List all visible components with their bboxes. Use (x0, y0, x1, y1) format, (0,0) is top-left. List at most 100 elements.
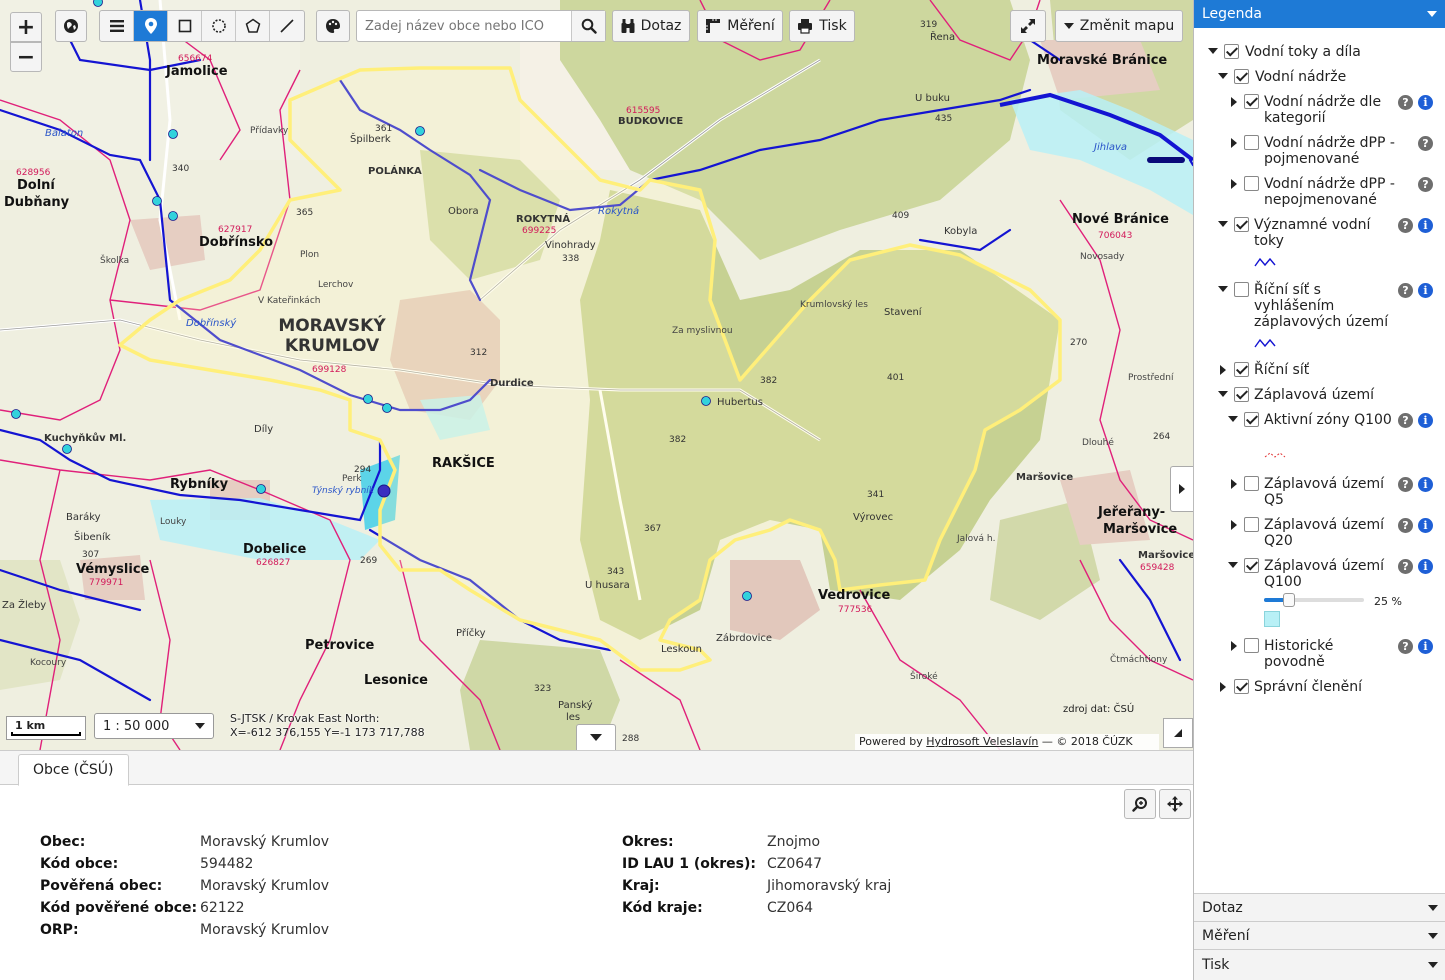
search-button[interactable] (571, 11, 605, 41)
caret-down-icon (1428, 932, 1438, 939)
palette-button[interactable] (316, 10, 350, 42)
expand-caret[interactable] (1220, 365, 1226, 375)
map-canvas[interactable] (0, 0, 1193, 750)
layer-checkbox[interactable] (1224, 44, 1239, 59)
help-icon[interactable]: ? (1398, 95, 1413, 110)
expand-caret[interactable] (1231, 179, 1237, 189)
expand-caret[interactable] (1208, 48, 1218, 54)
expand-caret[interactable] (1231, 479, 1237, 489)
info-icon[interactable]: i (1418, 559, 1433, 574)
active-zone-symbol-icon (1264, 452, 1286, 458)
info-key: ID LAU 1 (okres) (622, 856, 751, 872)
caret-down-icon (590, 733, 602, 741)
expand-caret[interactable] (1231, 641, 1237, 651)
help-icon[interactable]: ? (1398, 518, 1413, 533)
help-icon[interactable]: ? (1398, 559, 1413, 574)
info-icon[interactable]: i (1418, 413, 1433, 428)
change-map-button[interactable]: Změnit mapu (1055, 10, 1183, 42)
expand-caret[interactable] (1231, 520, 1237, 530)
legend-header[interactable]: Legenda (1194, 0, 1445, 28)
expand-caret[interactable] (1231, 97, 1237, 107)
caret-down-icon (1428, 904, 1438, 911)
help-icon[interactable]: ? (1398, 477, 1413, 492)
legend-panel: Legenda Vodní toky a díla Vodní nádrže V… (1193, 0, 1445, 980)
globe-button[interactable] (55, 10, 87, 42)
attribution-prefix: Powered by (859, 735, 927, 748)
layer-checkbox[interactable] (1234, 282, 1249, 297)
zoom-search-icon (1132, 797, 1147, 812)
layer-checkbox[interactable] (1234, 679, 1249, 694)
scale-select[interactable]: 1 : 50 000 (94, 713, 214, 739)
legend-item-aktivni-zony: Aktivní zóny Q100 (1264, 412, 1392, 428)
map-side-expand-button[interactable] (1170, 466, 1193, 512)
circle-tool-button[interactable] (202, 11, 236, 41)
zoom-to-feature-button[interactable] (1124, 789, 1156, 819)
expand-caret[interactable] (1231, 138, 1237, 148)
river-symbol-icon (1254, 257, 1276, 267)
accordion-dotaz[interactable]: Dotaz (1194, 893, 1445, 921)
help-icon[interactable]: ? (1418, 136, 1433, 151)
expand-caret[interactable] (1228, 562, 1238, 568)
layer-checkbox[interactable] (1244, 176, 1259, 191)
change-map-label: Změnit mapu (1079, 18, 1175, 34)
layer-checkbox[interactable] (1244, 638, 1259, 653)
expand-caret[interactable] (1218, 286, 1228, 292)
layer-checkbox[interactable] (1244, 135, 1259, 150)
info-value: CZ064 (767, 900, 814, 916)
info-row: Kraj: Jihomoravský kraj (622, 875, 891, 897)
layer-checkbox[interactable] (1244, 94, 1259, 109)
expand-caret[interactable] (1218, 221, 1228, 227)
print-button[interactable]: Tisk (789, 10, 855, 42)
opacity-slider-handle[interactable] (1283, 593, 1295, 607)
accordion-tisk[interactable]: Tisk (1194, 949, 1445, 980)
layer-checkbox[interactable] (1244, 476, 1259, 491)
help-icon[interactable]: ? (1398, 413, 1413, 428)
accordion-dotaz-label: Dotaz (1202, 899, 1243, 916)
pan-to-feature-button[interactable] (1159, 789, 1191, 819)
measure-button[interactable]: Měření (697, 10, 783, 42)
legend-item-q5: Záplavová území Q5 (1264, 476, 1385, 508)
info-value: 62122 (200, 900, 245, 916)
help-icon[interactable]: ? (1398, 218, 1413, 233)
accordion-mereni[interactable]: Měření (1194, 921, 1445, 949)
expand-caret[interactable] (1218, 73, 1228, 79)
zoom-out-button[interactable]: − (10, 42, 42, 72)
layer-checkbox[interactable] (1244, 517, 1259, 532)
help-icon[interactable]: ? (1418, 177, 1433, 192)
polygon-tool-button[interactable] (236, 11, 270, 41)
info-icon[interactable]: i (1418, 477, 1433, 492)
tab-obce[interactable]: Obce (ČSÚ) (18, 754, 129, 786)
info-icon[interactable]: i (1418, 95, 1433, 110)
help-icon[interactable]: ? (1398, 639, 1413, 654)
rectangle-tool-button[interactable] (168, 11, 202, 41)
attribution-link[interactable]: Hydrosoft Veleslavín (926, 735, 1038, 748)
layer-checkbox[interactable] (1244, 558, 1259, 573)
layer-checkbox[interactable] (1234, 69, 1249, 84)
fullscreen-button[interactable] (1010, 10, 1046, 42)
info-icon[interactable]: i (1418, 518, 1433, 533)
app-root: MORAVSKÝ KRUMLOV 699128 Jamolice 656674 … (0, 0, 1445, 980)
layer-checkbox[interactable] (1234, 217, 1249, 232)
map-view[interactable]: MORAVSKÝ KRUMLOV 699128 Jamolice 656674 … (0, 0, 1193, 750)
info-key: Kód pověřené obce (40, 900, 192, 916)
point-tool-button[interactable] (134, 11, 168, 41)
layer-checkbox[interactable] (1234, 387, 1249, 402)
opacity-slider[interactable] (1264, 593, 1364, 607)
help-icon[interactable]: ? (1398, 283, 1413, 298)
search-input[interactable] (357, 11, 571, 41)
line-tool-button[interactable] (270, 11, 304, 41)
info-icon[interactable]: i (1418, 639, 1433, 654)
info-icon[interactable]: i (1418, 218, 1433, 233)
expand-caret[interactable] (1218, 391, 1228, 397)
query-button[interactable]: Dotaz (612, 10, 690, 42)
bottom-pane-toggle[interactable] (576, 724, 616, 750)
move-arrows-icon (1167, 796, 1183, 812)
expand-caret[interactable] (1228, 416, 1238, 422)
layer-checkbox[interactable] (1244, 412, 1259, 427)
zoom-in-button[interactable]: + (10, 12, 42, 42)
expand-caret[interactable] (1220, 682, 1226, 692)
menu-button[interactable] (100, 11, 134, 41)
layer-checkbox[interactable] (1234, 362, 1249, 377)
info-icon[interactable]: i (1418, 283, 1433, 298)
overview-toggle-button[interactable] (1163, 718, 1193, 748)
